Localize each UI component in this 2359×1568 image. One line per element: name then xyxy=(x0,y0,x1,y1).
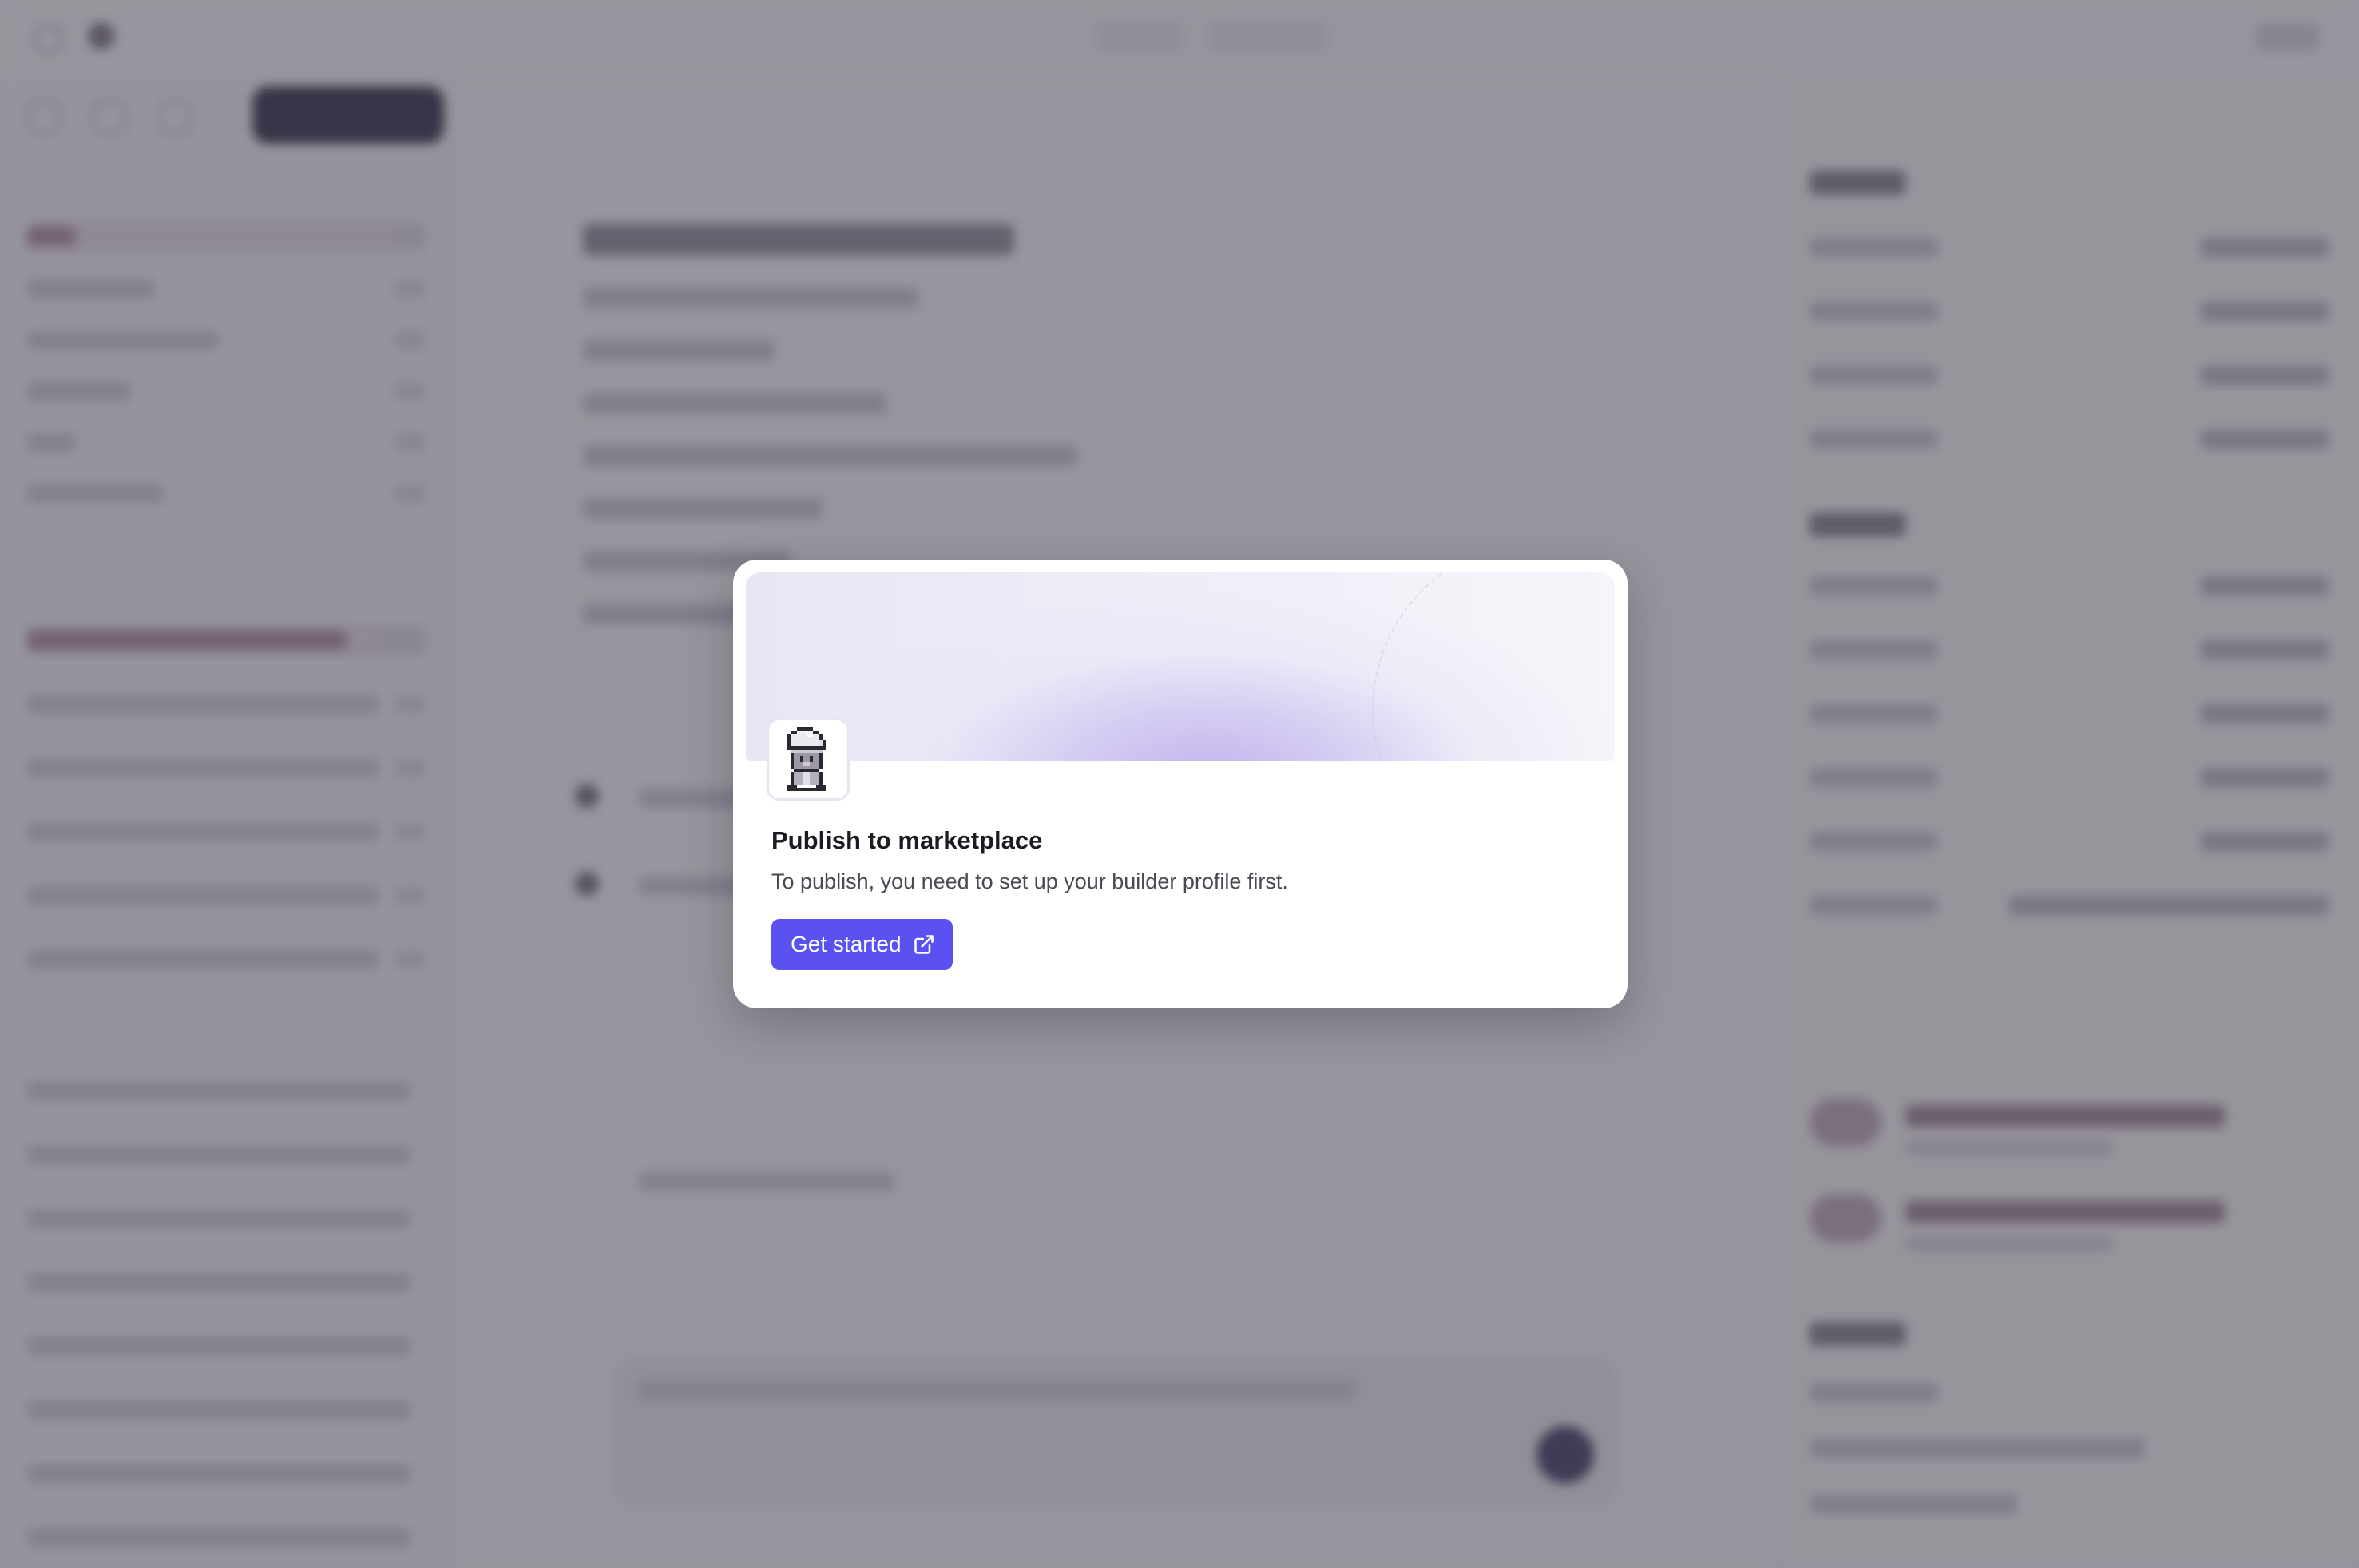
get-started-button[interactable]: Get started xyxy=(771,919,953,970)
external-link-icon xyxy=(914,935,934,954)
publish-dialog: Publish to marketplace To publish, you n… xyxy=(733,560,1628,1008)
builder-avatar xyxy=(767,718,850,801)
app-screen: Publish to marketplace To publish, you n… xyxy=(0,0,2359,1568)
dialog-banner xyxy=(746,572,1615,761)
dialog-description: To publish, you need to set up your buil… xyxy=(771,869,1288,893)
pixel-wizard-avatar-icon xyxy=(787,727,826,791)
banner-decoration xyxy=(1372,572,1615,761)
get-started-label: Get started xyxy=(791,932,902,956)
dialog-title: Publish to marketplace xyxy=(771,826,1043,854)
